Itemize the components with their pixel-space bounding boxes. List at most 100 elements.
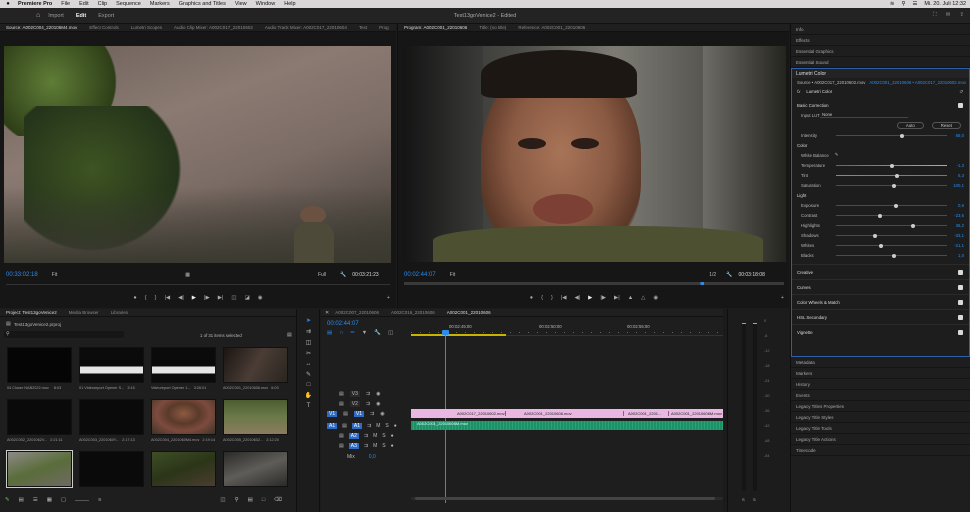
- highlights-slider[interactable]: [836, 223, 947, 228]
- program-wrench-icon[interactable]: 🔧: [726, 272, 732, 278]
- project-thumb-2[interactable]: [79, 347, 144, 383]
- apple-icon[interactable]: ●: [4, 1, 12, 7]
- playhead-handle-icon[interactable]: [442, 330, 449, 335]
- mute-button[interactable]: M: [373, 443, 377, 449]
- shadows-value[interactable]: -33,1: [954, 233, 964, 238]
- panel-events[interactable]: Events: [791, 390, 970, 401]
- lock-track-icon[interactable]: ▤: [343, 411, 348, 417]
- menu-graphics[interactable]: Graphics and Titles: [179, 1, 226, 7]
- control-center-icon[interactable]: ☰: [912, 1, 917, 7]
- project-thumb-9[interactable]: [6, 450, 73, 488]
- track-select-tool-icon[interactable]: ⇉: [306, 328, 311, 335]
- sort-icon[interactable]: ≡: [98, 497, 101, 503]
- fullscreen-icon[interactable]: ⛶: [933, 12, 937, 19]
- input-lut-select[interactable]: None: [820, 112, 908, 118]
- menu-file[interactable]: File: [61, 1, 70, 7]
- menu-window[interactable]: Window: [256, 1, 276, 7]
- project-search-input[interactable]: ⚲: [4, 331, 124, 338]
- share-icon[interactable]: ⇪: [959, 12, 964, 19]
- snap-icon[interactable]: ∩: [339, 330, 343, 336]
- tint-slider[interactable]: [836, 173, 947, 178]
- lock-track-icon[interactable]: ▤: [339, 391, 344, 397]
- section-hsl-checkbox[interactable]: [958, 314, 963, 320]
- highlights-value[interactable]: 36,2: [956, 223, 964, 228]
- panel-essential-sound[interactable]: Essential Sound: [791, 57, 970, 68]
- selection-tool-icon[interactable]: ➤: [306, 317, 311, 324]
- shadows-slider[interactable]: [836, 233, 947, 238]
- insert-icon[interactable]: ◫: [231, 295, 236, 301]
- project-thumb-3[interactable]: [151, 347, 216, 383]
- source-scrubber[interactable]: [6, 282, 390, 285]
- source-settings-icon[interactable]: ▦: [185, 272, 190, 278]
- solo-button[interactable]: S: [382, 433, 385, 439]
- timeline-settings-icon[interactable]: 🔧: [374, 330, 381, 336]
- video-clip-3[interactable]: A002C001_2201...: [624, 411, 669, 416]
- workspace-import[interactable]: Import: [48, 13, 64, 19]
- tab-sequence-1[interactable]: A002C007_22010606: [329, 310, 385, 315]
- solo-button[interactable]: S: [382, 443, 385, 449]
- program-scrubber[interactable]: [404, 282, 784, 285]
- sync-lock-icon[interactable]: ⇉: [364, 443, 368, 449]
- tab-project[interactable]: Project: Test13goVenice2: [0, 310, 63, 315]
- search-icon[interactable]: ⚲: [901, 1, 905, 7]
- track-label[interactable]: V1: [353, 411, 364, 417]
- mic-icon[interactable]: ●: [394, 423, 397, 429]
- menu-view[interactable]: View: [235, 1, 247, 7]
- new-item-icon[interactable]: □: [262, 497, 265, 503]
- source-video-frame[interactable]: [4, 46, 391, 263]
- video-clip-1[interactable]: A002C017_22010602.mov: [411, 411, 506, 416]
- new-bin-footer-icon[interactable]: ▤: [248, 497, 253, 503]
- lock-track-icon[interactable]: ▤: [342, 423, 347, 429]
- section-hsl[interactable]: HSL Secondary: [792, 309, 969, 324]
- project-thumb-11[interactable]: [151, 451, 216, 487]
- intensity-slider[interactable]: [836, 133, 947, 138]
- mark-out-icon[interactable]: }: [155, 295, 157, 301]
- audio-clip-a1[interactable]: A002C001_22010606M.mov: [411, 421, 723, 430]
- extract-icon[interactable]: △: [641, 295, 645, 301]
- program-marker-icon[interactable]: ●: [530, 295, 533, 301]
- project-thumb-12[interactable]: [223, 451, 288, 487]
- source-patch[interactable]: V1: [327, 411, 338, 417]
- zoom-slider[interactable]: [75, 499, 90, 501]
- tint-value[interactable]: 6,3: [958, 173, 964, 178]
- panel-legacy-title-tools[interactable]: Legacy Title Tools: [791, 423, 970, 434]
- rectangle-tool-icon[interactable]: □: [307, 382, 311, 388]
- section-color-wheels[interactable]: Color Wheels & Match: [792, 294, 969, 309]
- solo-left-button[interactable]: S: [742, 497, 745, 502]
- lift-icon[interactable]: ▲: [628, 295, 633, 301]
- panel-history[interactable]: History: [791, 379, 970, 390]
- saturation-value[interactable]: 100,1: [953, 183, 964, 188]
- color-section-header[interactable]: Color: [797, 143, 807, 148]
- basic-correction-checkbox[interactable]: [958, 102, 963, 108]
- automate-icon[interactable]: ◫: [220, 497, 225, 503]
- blacks-value[interactable]: 1,0: [958, 253, 964, 258]
- source-timecode[interactable]: 00:33:02:18: [6, 272, 38, 278]
- project-thumb-8[interactable]: [223, 399, 288, 435]
- solo-right-button[interactable]: S: [753, 497, 756, 502]
- play-icon[interactable]: ▶: [192, 295, 196, 301]
- tab-reference[interactable]: Reference: A002C001_22010606: [512, 25, 591, 30]
- solo-button[interactable]: S: [385, 423, 388, 429]
- tab-program[interactable]: Program: A002C001_22010606: [398, 25, 473, 30]
- fx-icon[interactable]: fx: [797, 89, 800, 94]
- video-clip-2[interactable]: A002C001_22010606.mov: [506, 411, 624, 416]
- panel-timecode[interactable]: Timecode: [791, 445, 970, 456]
- program-go-to-in-icon[interactable]: |◀: [561, 295, 567, 301]
- tab-audio-track-mixer[interactable]: Audio Track Mixer: A002C017_22010604: [259, 25, 353, 30]
- timeline-ruler[interactable]: 00:02:45:00 00:02:50:00 00:02:55:00: [411, 322, 723, 336]
- nest-icon[interactable]: ▤: [327, 330, 332, 336]
- sync-lock-icon[interactable]: ⇉: [366, 401, 370, 407]
- project-thumb-6[interactable]: [79, 399, 144, 435]
- eye-icon[interactable]: ◉: [376, 391, 380, 397]
- project-thumb-7[interactable]: [151, 399, 216, 435]
- program-play-icon[interactable]: ▶: [588, 295, 592, 301]
- slip-tool-icon[interactable]: ↔: [306, 361, 312, 367]
- eye-icon[interactable]: ◉: [380, 411, 384, 417]
- auto-button[interactable]: Auto: [896, 121, 924, 129]
- intensity-value[interactable]: 58,0: [956, 133, 964, 138]
- panel-metadata[interactable]: Metadata: [791, 357, 970, 368]
- pencil-icon[interactable]: ✎: [5, 497, 10, 503]
- workspace-export[interactable]: Export: [98, 13, 114, 19]
- project-thumb-10[interactable]: [79, 451, 144, 487]
- mute-button[interactable]: M: [376, 423, 380, 429]
